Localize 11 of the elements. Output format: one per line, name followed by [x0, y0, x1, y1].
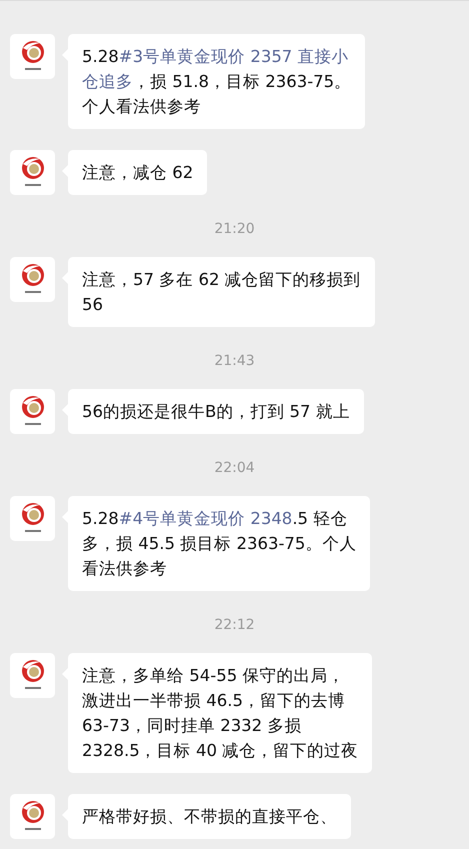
message-bubble: 注意，减仓 62 — [68, 150, 208, 195]
message-bubble: 严格带好损、不带损的直接平仓、 — [68, 794, 351, 839]
timestamp: 21:43 — [214, 353, 255, 369]
message-bubble: 注意，多单给 54-55 保守的出局， 激进出一半带损 46.5，留下的去博 63-73，同时挂单 2332 多损 2328.5，目标 40 减仓，留下的过夜 — [68, 653, 372, 773]
message-bubble: 5.28#4号单黄金现价 2348.5 轻仓 多，损 45.5 损目标 2363-75。个人 看法供参考 — [68, 496, 370, 591]
timestamp: 21:20 — [214, 221, 255, 237]
message-bubble: 56的损还是很牛B的，打到 57 就上 — [68, 389, 364, 434]
timestamp: 22:12 — [214, 617, 255, 633]
message-bubble: 注意，57 多在 62 减仓留下的移损到 56 — [68, 257, 375, 327]
timestamp: 22:04 — [214, 460, 255, 476]
message-bubble: 5.28#3号单黄金现价 2357 直接小 仓追多，损 51.8，目标 2363-75。 个人看法供参考 — [68, 34, 366, 129]
